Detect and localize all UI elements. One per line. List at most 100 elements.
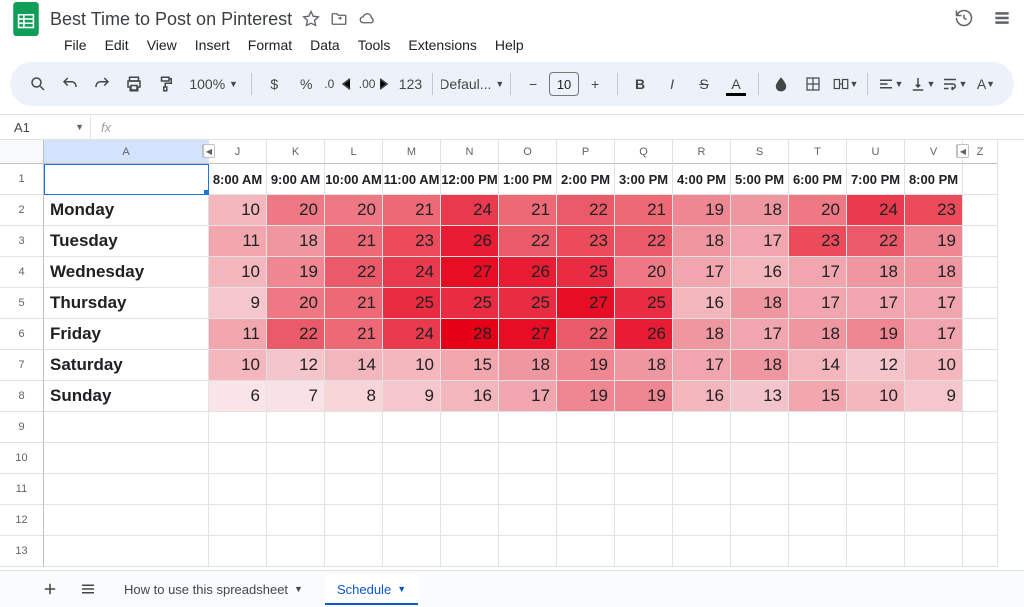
increase-decimal-icon[interactable]: .00: [359, 70, 393, 98]
row-header[interactable]: 12: [0, 505, 44, 536]
cell[interactable]: 17: [731, 226, 789, 257]
menu-file[interactable]: File: [56, 33, 95, 57]
cell[interactable]: 22: [615, 226, 673, 257]
cell[interactable]: 1:00 PM: [499, 164, 557, 195]
cell[interactable]: Thursday: [44, 288, 209, 319]
cell[interactable]: 18: [615, 350, 673, 381]
column-header[interactable]: R: [673, 140, 731, 164]
cell[interactable]: Wednesday: [44, 257, 209, 288]
cell[interactable]: 16: [441, 381, 499, 412]
cell[interactable]: 25: [615, 288, 673, 319]
cell-a1-selected[interactable]: [44, 164, 209, 195]
cell[interactable]: [441, 536, 499, 567]
cell[interactable]: 17: [905, 319, 963, 350]
cloud-status-icon[interactable]: [358, 10, 376, 28]
spreadsheet-grid[interactable]: 12345678910111213A▶J◀KLMNOPQRSTUV▶Z◀8:00…: [0, 140, 1024, 582]
cell[interactable]: 26: [499, 257, 557, 288]
cell[interactable]: 12: [267, 350, 325, 381]
cell[interactable]: [499, 505, 557, 536]
column-header[interactable]: J◀: [209, 140, 267, 164]
cell[interactable]: [905, 505, 963, 536]
cell[interactable]: [615, 474, 673, 505]
cell[interactable]: 15: [789, 381, 847, 412]
cell[interactable]: [383, 443, 441, 474]
row-header[interactable]: 7: [0, 350, 44, 381]
cell[interactable]: 21: [615, 195, 673, 226]
cell[interactable]: [673, 536, 731, 567]
paint-format-icon[interactable]: [152, 70, 180, 98]
cell[interactable]: Tuesday: [44, 226, 209, 257]
cell[interactable]: 19: [267, 257, 325, 288]
cell[interactable]: 20: [615, 257, 673, 288]
cell[interactable]: [499, 443, 557, 474]
cell[interactable]: 8: [325, 381, 383, 412]
cell[interactable]: [905, 412, 963, 443]
menu-help[interactable]: Help: [487, 33, 532, 57]
add-sheet-icon[interactable]: [36, 575, 64, 603]
cell[interactable]: 20: [789, 195, 847, 226]
cell[interactable]: Monday: [44, 195, 209, 226]
cell[interactable]: 18: [731, 350, 789, 381]
row-header[interactable]: 13: [0, 536, 44, 567]
cell[interactable]: [673, 443, 731, 474]
cell[interactable]: [383, 474, 441, 505]
all-sheets-icon[interactable]: [74, 575, 102, 603]
cell[interactable]: 18: [847, 257, 905, 288]
percent-icon[interactable]: %: [292, 70, 320, 98]
cell[interactable]: [44, 474, 209, 505]
cell[interactable]: 7: [267, 381, 325, 412]
name-box[interactable]: A1 ▼: [0, 120, 90, 135]
zoom-dropdown[interactable]: 100% ▼: [184, 70, 243, 98]
cell[interactable]: Sunday: [44, 381, 209, 412]
expand-columns-left-icon[interactable]: ◀: [957, 144, 969, 158]
cell[interactable]: [789, 474, 847, 505]
cell[interactable]: [963, 319, 998, 350]
cell[interactable]: 19: [557, 381, 615, 412]
cell[interactable]: 22: [847, 226, 905, 257]
cell[interactable]: 21: [383, 195, 441, 226]
row-header[interactable]: 10: [0, 443, 44, 474]
cell[interactable]: [963, 350, 998, 381]
cell[interactable]: 22: [499, 226, 557, 257]
cell[interactable]: 10:00 AM: [325, 164, 383, 195]
cell[interactable]: 16: [673, 288, 731, 319]
cell[interactable]: 19: [615, 381, 673, 412]
bold-icon[interactable]: B: [626, 70, 654, 98]
cell[interactable]: 16: [673, 381, 731, 412]
cell[interactable]: 24: [441, 195, 499, 226]
column-header[interactable]: Z◀: [963, 140, 998, 164]
cell[interactable]: 28: [441, 319, 499, 350]
cell[interactable]: 8:00 AM: [209, 164, 267, 195]
cell[interactable]: [209, 505, 267, 536]
cell[interactable]: [441, 412, 499, 443]
undo-icon[interactable]: [56, 70, 84, 98]
column-header[interactable]: P: [557, 140, 615, 164]
cell[interactable]: [499, 536, 557, 567]
cell[interactable]: [789, 505, 847, 536]
column-header[interactable]: L: [325, 140, 383, 164]
text-wrap-icon[interactable]: ▼: [940, 70, 968, 98]
cell[interactable]: Saturday: [44, 350, 209, 381]
cell[interactable]: 9:00 AM: [267, 164, 325, 195]
cell[interactable]: 18: [731, 195, 789, 226]
sheet-tab-schedule[interactable]: Schedule▼: [325, 574, 418, 605]
cell[interactable]: [963, 412, 998, 443]
cell[interactable]: [267, 536, 325, 567]
cell[interactable]: 11: [209, 319, 267, 350]
cell[interactable]: 23: [789, 226, 847, 257]
cell[interactable]: [44, 443, 209, 474]
cell[interactable]: [963, 505, 998, 536]
cell[interactable]: 27: [557, 288, 615, 319]
cell[interactable]: 18: [905, 257, 963, 288]
text-rotation-icon[interactable]: A▼: [972, 70, 1000, 98]
cell[interactable]: 25: [441, 288, 499, 319]
cell[interactable]: [673, 474, 731, 505]
print-icon[interactable]: [120, 70, 148, 98]
cell[interactable]: 7:00 PM: [847, 164, 905, 195]
cell[interactable]: 20: [267, 288, 325, 319]
cell[interactable]: 17: [673, 350, 731, 381]
cell[interactable]: 26: [441, 226, 499, 257]
history-icon[interactable]: [954, 8, 974, 31]
menu-insert[interactable]: Insert: [187, 33, 238, 57]
cell[interactable]: [847, 474, 905, 505]
